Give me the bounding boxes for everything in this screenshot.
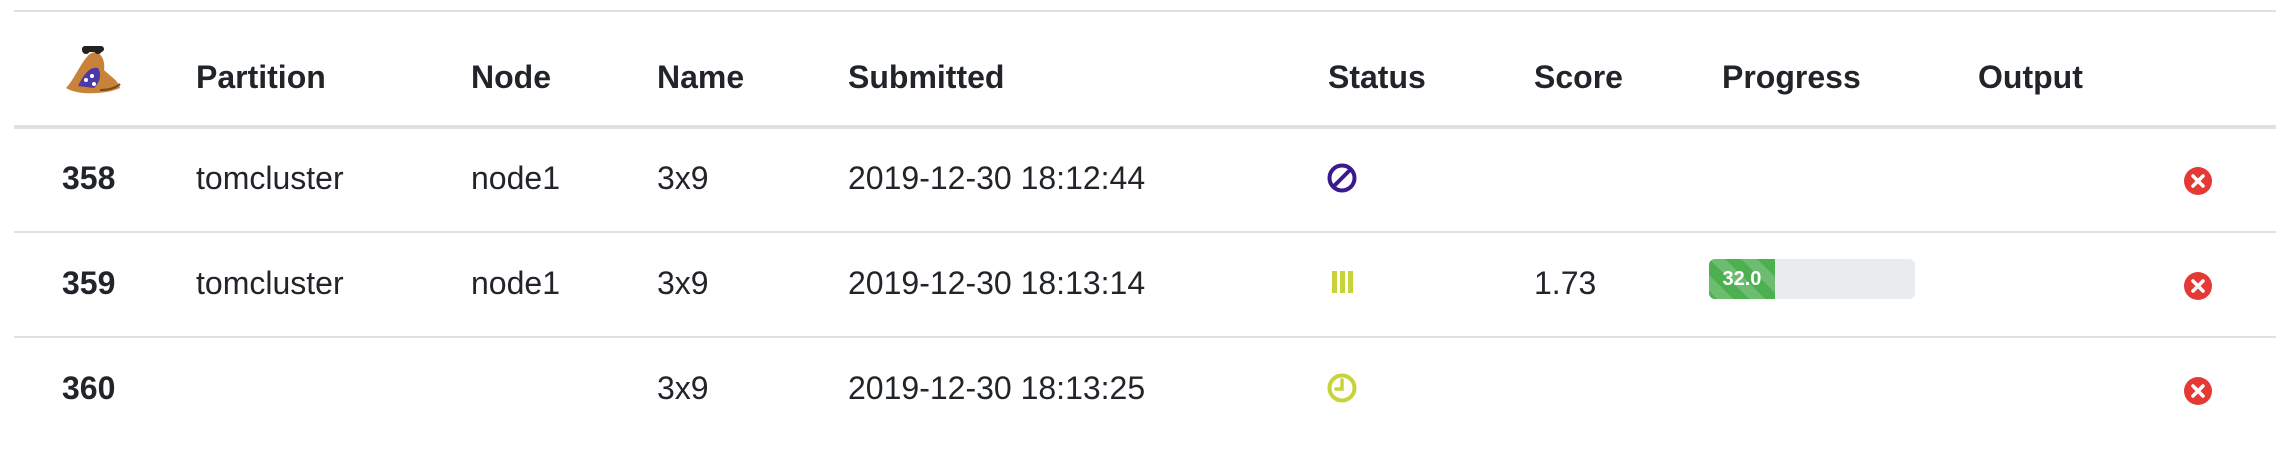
clock-icon (1327, 373, 1357, 403)
column-header-output[interactable]: Output (1978, 57, 2083, 97)
slurm-mascot-logo (66, 46, 121, 94)
job-submitted: 2019-12-30 18:12:44 (848, 160, 1146, 196)
job-name: 3x9 (657, 160, 709, 196)
ban-icon (1327, 163, 1357, 193)
table-top-border (14, 10, 2276, 12)
column-header-score[interactable]: Score (1534, 57, 1623, 97)
column-header-status[interactable]: Status (1328, 57, 1426, 97)
job-name: 3x9 (657, 370, 709, 406)
table-header-border (14, 125, 2276, 129)
column-header-node[interactable]: Node (471, 57, 551, 97)
job-id[interactable]: 360 (62, 368, 115, 408)
column-header-submitted[interactable]: Submitted (848, 57, 1004, 97)
job-progress-bar: 32.0 (1709, 259, 1915, 299)
job-score: 1.73 (1534, 265, 1597, 301)
column-header-progress[interactable]: Progress (1722, 57, 1861, 97)
cancel-job-button[interactable] (2183, 376, 2213, 406)
job-submitted: 2019-12-30 18:13:25 (848, 370, 1146, 406)
cancel-job-button[interactable] (2183, 271, 2213, 301)
job-submitted: 2019-12-30 18:13:14 (848, 265, 1146, 301)
job-id[interactable]: 358 (62, 158, 115, 198)
progress-fill: 32.0 (1709, 259, 1775, 299)
job-id[interactable]: 359 (62, 263, 115, 303)
job-partition: tomcluster (196, 160, 344, 196)
job-partition: tomcluster (196, 265, 344, 301)
job-node: node1 (471, 160, 560, 196)
column-header-name[interactable]: Name (657, 57, 744, 97)
running-bars-icon (1332, 271, 1353, 293)
job-name: 3x9 (657, 265, 709, 301)
job-node: node1 (471, 265, 560, 301)
column-header-partition[interactable]: Partition (196, 57, 326, 97)
row-divider (14, 336, 2276, 338)
cancel-job-button[interactable] (2183, 166, 2213, 196)
row-divider (14, 231, 2276, 233)
